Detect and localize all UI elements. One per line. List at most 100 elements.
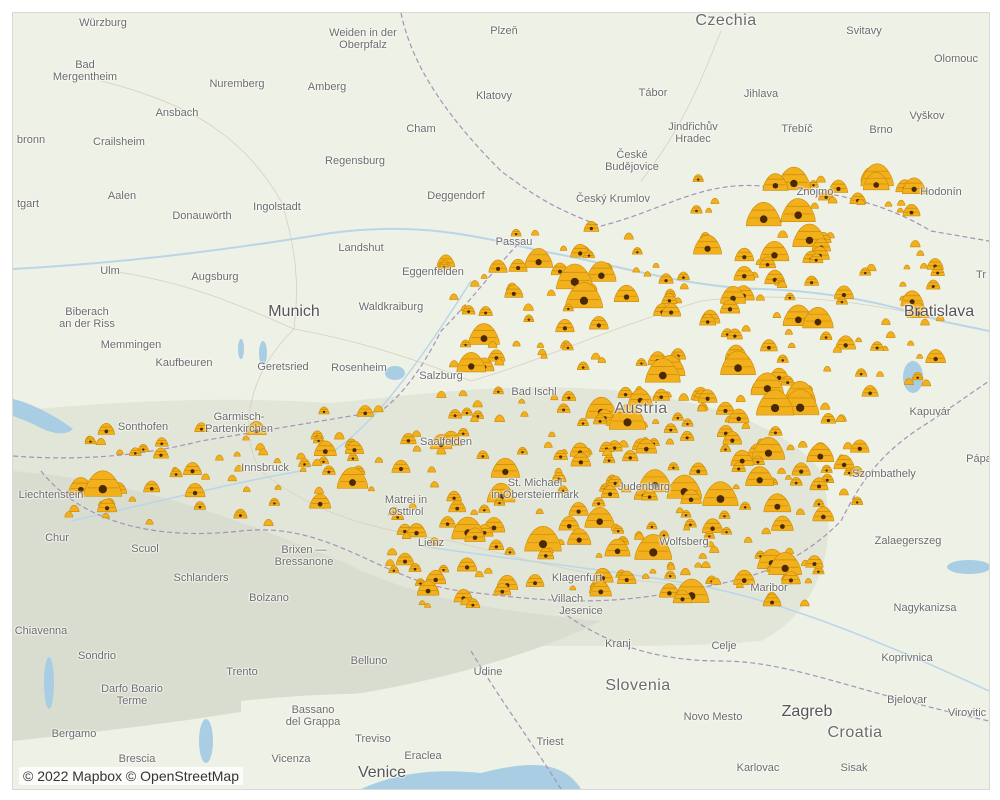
place-label: Biberach an der Riss (59, 306, 115, 330)
place-label: Znojmo (796, 186, 834, 198)
place-label: Karlovac (736, 762, 780, 774)
lake-como (44, 657, 54, 709)
map-attribution[interactable]: © 2022 Mapbox © OpenStreetMap (19, 767, 243, 785)
place-label: St. Michael in Obersteiermark (491, 477, 579, 501)
place-label: Hodonín (920, 186, 962, 198)
place-label: České Budějovice (605, 149, 659, 173)
place-label: Würzburg (79, 17, 127, 29)
place-label: Szombathely (852, 468, 916, 480)
place-label: Zagreb (781, 703, 833, 720)
place-label: Darfo Boario Terme (101, 683, 163, 707)
place-label: Cham (406, 123, 436, 135)
place-label: Chiavenna (14, 625, 68, 637)
map-canvas[interactable]: Czechia Slovenia Croatia Munich Bratislava Wü… (12, 12, 990, 790)
place-label: Vyškov (909, 110, 945, 122)
lake-garda (199, 719, 213, 763)
place-label: Pápa (966, 453, 990, 465)
place-label: Geretsried (257, 361, 309, 373)
lake-chiemsee (385, 366, 405, 380)
place-label: Kaufbeuren (155, 357, 213, 369)
place-label: Triest (536, 736, 564, 748)
place-label: Jesenice (559, 605, 603, 617)
place-label: Eraclea (404, 750, 442, 762)
place-label: Munich (268, 303, 320, 320)
place-label: Jindřichův Hradec (668, 121, 718, 145)
place-label: Scuol (131, 543, 159, 555)
place-label: Zalaegerszeg (874, 535, 942, 547)
place-label: Kranj (605, 638, 631, 650)
place-label: Trento (226, 666, 258, 678)
place-label: Bergamo (51, 728, 97, 740)
place-label: Jihlava (743, 88, 779, 100)
place-label: Nuremberg (209, 78, 265, 90)
place-label: Donauwörth (172, 210, 232, 222)
place-label: Crailsheim (93, 136, 145, 148)
place-label: Saalfelden (420, 436, 472, 448)
place-label: Memmingen (100, 339, 162, 351)
place-label: Tr (976, 269, 986, 281)
place-label: Rosenheim (331, 362, 387, 374)
place-label: Landshut (338, 242, 384, 254)
place-label: Slovenia (605, 677, 671, 694)
place-label: tgart (16, 198, 40, 210)
place-label: Novo Mesto (683, 711, 743, 723)
lake-ammersee (238, 339, 244, 359)
place-label: Bjelovar (887, 694, 927, 706)
place-label: Bratislava (903, 303, 975, 320)
place-label: Augsburg (191, 271, 239, 283)
place-label: Chur (45, 532, 69, 544)
place-label: Czechia (695, 12, 757, 29)
place-label: Český Krumlov (576, 193, 650, 205)
place-label: Celje (711, 640, 737, 652)
place-label: Innsbruck (241, 462, 289, 474)
place-label: Judenburg (618, 481, 670, 493)
place-label: Klagenfurt (551, 572, 603, 584)
place-label: Eggenfelden (402, 266, 464, 278)
place-label: Bad Ischl (511, 386, 557, 398)
place-label: Klatovy (475, 90, 513, 102)
place-label: Bolzano (249, 592, 289, 604)
place-label: Treviso (355, 733, 391, 745)
place-label: Waldkraiburg (358, 301, 424, 313)
place-label: Olomouc (933, 53, 979, 65)
place-label: Koprivnica (881, 652, 933, 664)
lake-balaton (947, 560, 989, 574)
place-label: Schlanders (173, 572, 229, 584)
place-label: Regensburg (325, 155, 385, 167)
place-label: Tábor (638, 87, 668, 99)
place-label: Plzeň (490, 25, 518, 37)
place-label: Sisak (840, 762, 868, 774)
place-label: Třebíč (781, 123, 813, 135)
place-label: Sondrio (78, 650, 116, 662)
place-label: Maribor (750, 582, 788, 594)
place-label: Aalen (107, 190, 137, 202)
place-label: Austria (614, 400, 668, 417)
place-label: Bassano del Grappa (285, 704, 341, 728)
place-label: Lienz (417, 537, 445, 549)
place-label: Deggendorf (427, 190, 485, 202)
place-label: Brixen — Bressanone (274, 544, 334, 568)
place-label: Amberg (307, 81, 347, 93)
place-label: Matrei in Osttirol (384, 494, 428, 518)
place-label: Croatia (827, 724, 883, 741)
place-label: Virovitic (947, 707, 987, 719)
place-label: Villach (550, 593, 584, 605)
place-label: Sonthofen (117, 421, 169, 433)
place-label: Wolfsberg (659, 536, 709, 548)
place-label: Nagykanizsa (893, 602, 957, 614)
place-label: Svitavy (846, 25, 882, 37)
place-label: Passau (495, 236, 533, 248)
place-label: Udine (473, 666, 503, 678)
place-label: Garmisch- Partenkirchen (205, 411, 273, 435)
place-label: Vicenza (271, 753, 311, 765)
place-label: Ulm (100, 265, 120, 277)
place-label: Venice (357, 764, 407, 781)
place-label: Ansbach (155, 107, 199, 119)
place-label: Bad Mergentheim (52, 59, 118, 83)
place-label: Weiden in der Oberpfalz (329, 27, 397, 51)
place-label: Brno (869, 124, 893, 136)
place-label: Ingolstadt (253, 201, 301, 213)
place-label: Liechtenstein (18, 489, 84, 501)
place-label: Kapuvár (909, 406, 951, 418)
place-label: bronn (16, 134, 46, 146)
